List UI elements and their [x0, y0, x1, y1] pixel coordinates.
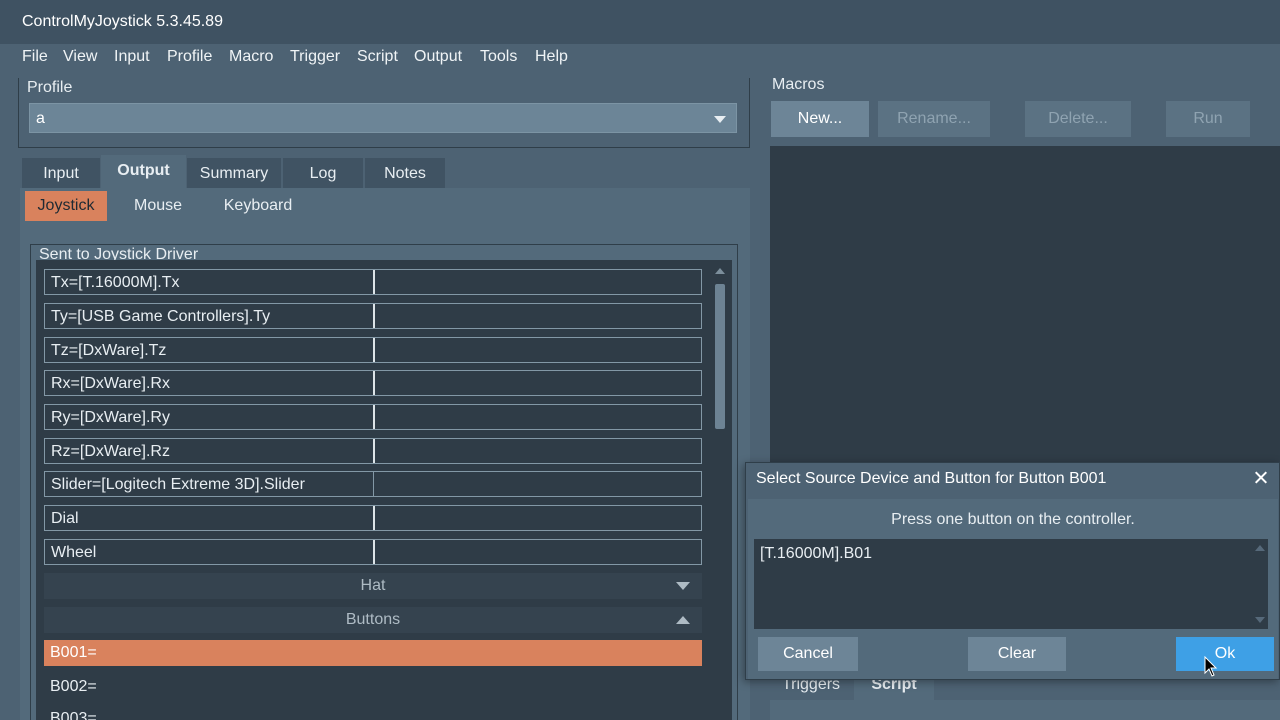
menu-help[interactable]: Help — [535, 48, 568, 66]
scroll-up-arrow-icon[interactable] — [715, 268, 725, 274]
expand-arrow-icon — [676, 582, 690, 590]
hat-section-label: Hat — [360, 577, 386, 594]
detected-button-field[interactable]: [T.16000M].B01 — [754, 539, 1252, 629]
menu-trigger[interactable]: Trigger — [290, 48, 340, 66]
chevron-down-icon — [714, 116, 726, 123]
menu-input[interactable]: Input — [114, 48, 150, 66]
button-row-b003[interactable]: B003= — [44, 706, 702, 720]
cancel-button[interactable]: Cancel — [758, 637, 858, 671]
subtab-keyboard[interactable]: Keyboard — [212, 191, 304, 221]
axis-label: Dial — [51, 510, 79, 527]
axis-value-marker — [373, 338, 375, 362]
window-title: ControlMyJoystick 5.3.45.89 — [22, 13, 223, 30]
delete-macro-button[interactable]: Delete... — [1025, 101, 1131, 137]
axis-row-slider[interactable]: Slider=[Logitech Extreme 3D].Slider — [44, 471, 702, 497]
axis-label: Ry=[DxWare].Ry — [51, 409, 170, 426]
mouse-cursor-icon — [1204, 656, 1218, 677]
axis-row-ty[interactable]: Ty=[USB Game Controllers].Ty — [44, 303, 702, 329]
axis-label: Tz=[DxWare].Tz — [51, 342, 167, 359]
axis-label: Wheel — [51, 544, 97, 561]
clear-button[interactable]: Clear — [968, 637, 1066, 671]
axis-row-rz[interactable]: Rz=[DxWare].Rz — [44, 438, 702, 464]
tab-summary[interactable]: Summary — [187, 158, 281, 188]
list-scrollbar[interactable] — [712, 264, 728, 720]
axis-value-marker — [373, 371, 375, 395]
ok-button[interactable]: Ok — [1176, 637, 1274, 671]
button-row-b001[interactable]: B001= — [44, 640, 702, 666]
axis-row-wheel[interactable]: Wheel — [44, 539, 702, 565]
dialog-scrollbar[interactable] — [1252, 539, 1268, 629]
subtab-joystick[interactable]: Joystick — [25, 191, 107, 221]
macros-caption: Macros — [772, 76, 825, 93]
axis-value-marker — [373, 472, 374, 496]
scroll-thumb[interactable] — [715, 284, 725, 429]
select-source-dialog: Select Source Device and Button for Butt… — [745, 462, 1280, 680]
axis-value-marker — [373, 304, 375, 328]
tab-output[interactable]: Output — [101, 155, 186, 188]
axis-label: Slider=[Logitech Extreme 3D].Slider — [51, 476, 305, 493]
menu-profile[interactable]: Profile — [167, 48, 212, 66]
button-label: B001= — [50, 644, 97, 661]
close-icon[interactable] — [1253, 469, 1269, 485]
profile-selected-value: a — [36, 110, 45, 127]
scroll-down-arrow-icon[interactable] — [1255, 617, 1265, 623]
tab-input[interactable]: Input — [22, 158, 100, 188]
tab-log[interactable]: Log — [283, 158, 363, 188]
axis-row-tx[interactable]: Tx=[T.16000M].Tx — [44, 269, 702, 295]
dialog-title: Select Source Device and Button for Butt… — [756, 470, 1107, 487]
scroll-up-arrow-icon[interactable] — [1255, 545, 1265, 551]
axis-value-marker — [373, 506, 375, 530]
menu-output[interactable]: Output — [414, 48, 462, 66]
axis-label: Ty=[USB Game Controllers].Ty — [51, 308, 271, 325]
hat-section-header[interactable]: Hat — [44, 573, 702, 599]
menu-tools[interactable]: Tools — [480, 48, 517, 66]
new-macro-button[interactable]: New... — [771, 101, 869, 137]
tab-notes[interactable]: Notes — [365, 158, 445, 188]
run-macro-button[interactable]: Run — [1166, 101, 1250, 137]
dialog-body: Press one button on the controller. [T.1… — [748, 499, 1278, 679]
axis-label: Rz=[DxWare].Rz — [51, 443, 170, 460]
menu-view[interactable]: View — [63, 48, 97, 66]
profile-dropdown[interactable]: a — [29, 103, 737, 133]
detected-button-value: [T.16000M].B01 — [760, 545, 873, 562]
button-label: B003= — [50, 710, 97, 720]
axis-row-rx[interactable]: Rx=[DxWare].Rx — [44, 370, 702, 396]
axis-row-ry[interactable]: Ry=[DxWare].Ry — [44, 404, 702, 430]
axis-label: Tx=[T.16000M].Tx — [51, 274, 180, 291]
axis-row-dial[interactable]: Dial — [44, 505, 702, 531]
axis-value-marker — [373, 405, 375, 429]
dialog-prompt: Press one button on the controller. — [891, 511, 1135, 528]
menu-macro[interactable]: Macro — [229, 48, 273, 66]
button-label: B002= — [50, 678, 97, 695]
menu-script[interactable]: Script — [357, 48, 398, 66]
button-row-b002[interactable]: B002= — [44, 674, 702, 700]
rename-macro-button[interactable]: Rename... — [878, 101, 990, 137]
axis-value-marker — [373, 540, 375, 564]
axis-label: Rx=[DxWare].Rx — [51, 375, 170, 392]
profile-caption: Profile — [27, 79, 73, 96]
menu-file[interactable]: File — [22, 48, 48, 66]
subtab-mouse[interactable]: Mouse — [120, 191, 196, 221]
axis-row-tz[interactable]: Tz=[DxWare].Tz — [44, 337, 702, 363]
collapse-arrow-icon — [676, 616, 690, 624]
menu-bar: File View Input Profile Macro Trigger Sc… — [0, 44, 1280, 70]
buttons-section-label: Buttons — [345, 611, 401, 628]
axis-value-marker — [373, 270, 375, 294]
title-bar: ControlMyJoystick 5.3.45.89 — [0, 0, 1280, 44]
bottom-toolbar — [770, 700, 1280, 720]
axis-value-marker — [373, 439, 375, 463]
buttons-section-header[interactable]: Buttons — [44, 607, 702, 633]
